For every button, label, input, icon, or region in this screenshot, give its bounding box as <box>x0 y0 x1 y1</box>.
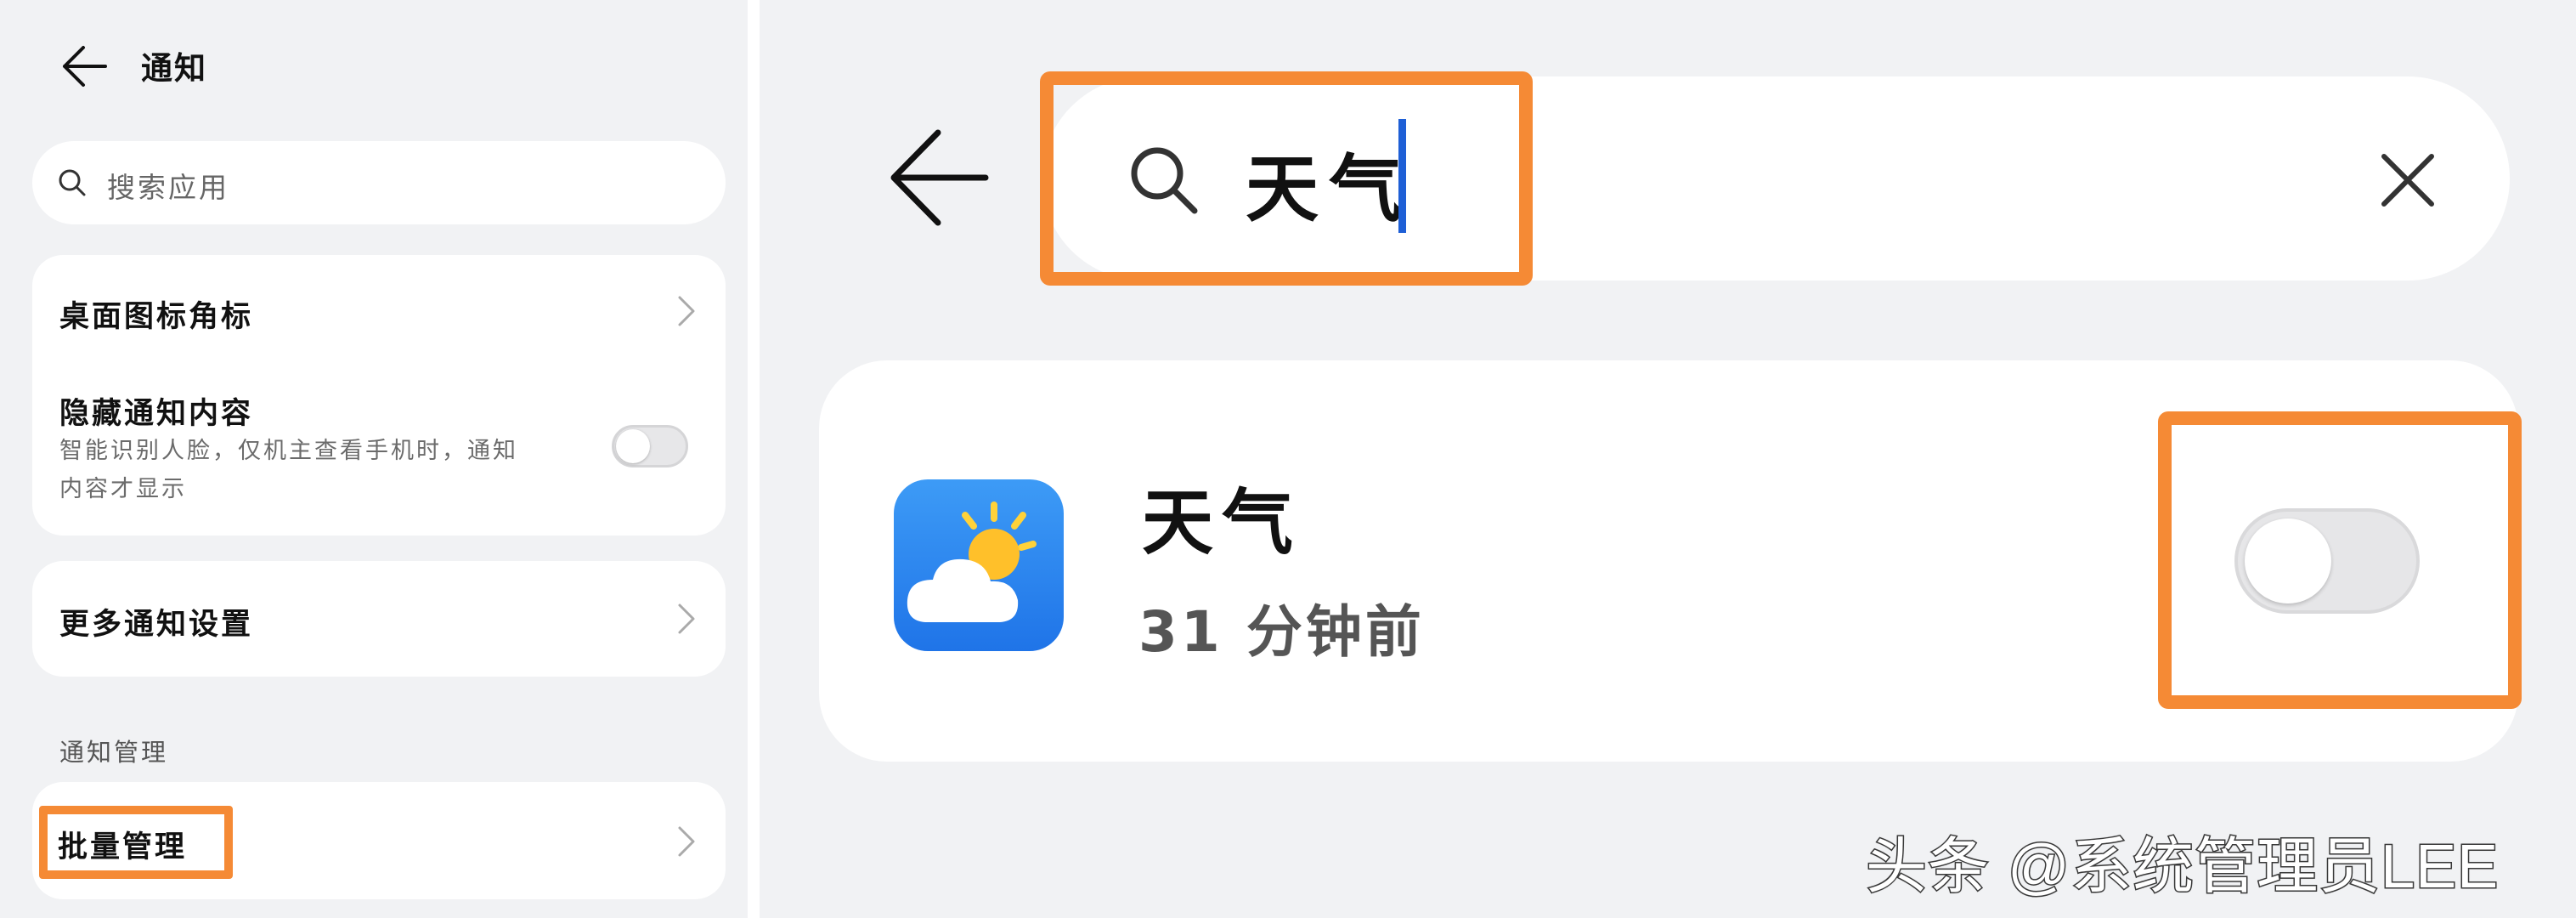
back-arrow-icon[interactable] <box>59 44 107 88</box>
highlight-box <box>1040 71 1533 286</box>
chevron-right-icon[interactable] <box>676 294 697 328</box>
chevron-right-icon[interactable] <box>676 824 697 858</box>
notification-time: 31 分钟前 <box>1138 599 1425 665</box>
highlight-box <box>39 806 233 879</box>
hide-content-label: 隐藏通知内容 <box>59 397 254 431</box>
clear-icon[interactable] <box>2379 151 2437 209</box>
hide-content-description-line2: 内容才显示 <box>59 476 187 502</box>
chevron-right-icon[interactable] <box>676 602 697 636</box>
search-input[interactable]: 搜索应用 <box>32 141 726 224</box>
panel-divider <box>748 0 760 918</box>
highlight-box <box>2158 411 2522 709</box>
app-name: 天气 <box>1142 481 1302 564</box>
section-header: 通知管理 <box>59 738 169 767</box>
toggle-knob <box>616 429 650 463</box>
back-arrow-icon[interactable] <box>887 128 989 228</box>
hide-content-description-line1: 智能识别人脸，仅机主查看手机时，通知 <box>59 438 518 464</box>
search-icon <box>58 168 87 197</box>
hide-content-toggle[interactable] <box>612 425 688 468</box>
search-placeholder: 搜索应用 <box>107 171 229 204</box>
more-settings-label[interactable]: 更多通知设置 <box>59 600 253 643</box>
weather-app-icon <box>894 479 1064 651</box>
watermark: 头条 @系统管理员LEE <box>1864 832 2500 903</box>
page-title: 通知 <box>141 50 207 87</box>
badge-setting-label[interactable]: 桌面图标角标 <box>59 292 253 336</box>
